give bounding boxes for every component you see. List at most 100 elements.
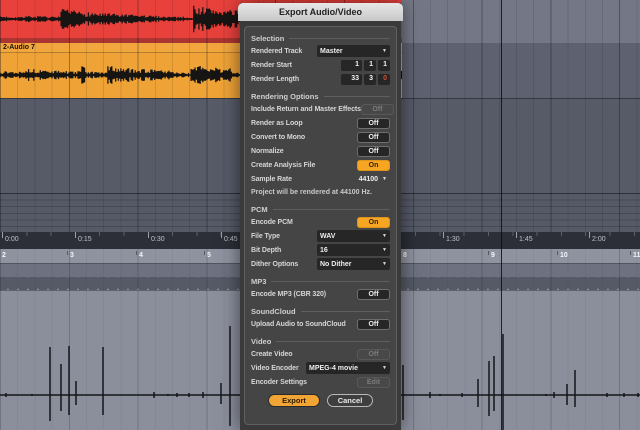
time-tick-label: 0:45 bbox=[224, 236, 238, 243]
dialog-title-bar: Export Audio/Video bbox=[238, 3, 403, 21]
clip-name-label: 2-Audio 7 bbox=[3, 44, 35, 51]
time-tick-label: 1:45 bbox=[519, 236, 533, 243]
render-as-loop-toggle-button[interactable]: Off bbox=[357, 117, 390, 129]
section-header-rule bbox=[276, 340, 390, 342]
section-header-rule bbox=[271, 280, 390, 282]
setting-row-create-analysis-file: Create Analysis File On bbox=[251, 158, 390, 172]
section-header-label: Video bbox=[251, 336, 272, 346]
bar-tick bbox=[557, 251, 558, 255]
section-header-rule bbox=[289, 37, 390, 39]
convert-to-mono-toggle-button[interactable]: Off bbox=[357, 131, 390, 143]
time-tick-label: 0:30 bbox=[151, 236, 165, 243]
setting-row-convert-to-mono: Convert to Mono Off bbox=[251, 130, 390, 144]
setting-row-encode-pcm: Encode PCM On bbox=[251, 215, 390, 229]
setting-label: Render Length bbox=[251, 75, 300, 83]
dropdown-value: 44100 bbox=[358, 175, 379, 183]
setting-row-encoder-settings: Encoder Settings Edit bbox=[251, 375, 390, 389]
dropdown-arrow-icon: ▼ bbox=[382, 176, 387, 182]
setting-label: Bit Depth bbox=[251, 246, 282, 254]
normalize-toggle-button[interactable]: Off bbox=[357, 145, 390, 157]
time-tick-label: 0:00 bbox=[5, 236, 19, 243]
time-tick bbox=[2, 232, 3, 238]
setting-row-create-video: Create Video Off bbox=[251, 347, 390, 361]
setting-label: Render Start bbox=[251, 61, 292, 69]
playhead-line[interactable] bbox=[501, 0, 502, 430]
setting-row-upload-audio-to-soundcloud: Upload Audio to SoundCloud Off bbox=[251, 317, 390, 331]
section-header-label: Rendering Options bbox=[251, 91, 319, 101]
bar-number-label: 3 bbox=[70, 252, 74, 259]
setting-row-dither-options: Dither Options No Dither ▼ bbox=[251, 257, 390, 271]
time-tick-label: 1:30 bbox=[446, 236, 460, 243]
setting-row-render-start: Render Start 1 1 1 bbox=[251, 58, 390, 72]
render-info-note: Project will be rendered at 44100 Hz. bbox=[251, 189, 372, 196]
setting-row-encode-mp3-cbr-320: Encode MP3 (CBR 320) Off bbox=[251, 287, 390, 301]
value-field[interactable]: 1 bbox=[341, 59, 362, 71]
setting-row-include-return-and-master-effects: Include Return and Master Effects Off bbox=[251, 102, 394, 116]
setting-row-file-type: File Type WAV ▼ bbox=[251, 229, 390, 243]
file-type-dropdown[interactable]: WAV ▼ bbox=[317, 230, 390, 242]
setting-row-render-length: Render Length 33 3 0 bbox=[251, 72, 390, 86]
time-tick bbox=[443, 232, 444, 238]
setting-label: Convert to Mono bbox=[251, 133, 306, 141]
upload-audio-to-soundcloud-toggle-button[interactable]: Off bbox=[357, 318, 390, 330]
setting-label: File Type bbox=[251, 232, 280, 240]
section-header-label: PCM bbox=[251, 204, 268, 214]
dialog-panel: Selection Rendered Track Master ▼ Render Sta… bbox=[244, 26, 397, 425]
setting-label: Encode PCM bbox=[251, 218, 293, 226]
section-header-label: SoundCloud bbox=[251, 306, 296, 316]
setting-row-bit-depth: Bit Depth 16 ▼ bbox=[251, 243, 390, 257]
dither-options-dropdown[interactable]: No Dither ▼ bbox=[317, 258, 390, 270]
setting-label: Create Video bbox=[251, 350, 293, 358]
dropdown-value: 16 bbox=[320, 246, 328, 254]
section-header-pcm: PCM bbox=[251, 203, 390, 215]
section-header-soundcloud: SoundCloud bbox=[251, 305, 390, 317]
setting-label: Sample Rate bbox=[251, 175, 292, 183]
encoder-settings-toggle-button: Edit bbox=[357, 376, 390, 388]
dropdown-arrow-icon: ▼ bbox=[382, 48, 387, 54]
value-field[interactable]: 33 bbox=[341, 73, 362, 85]
dropdown-value: MPEG-4 movie bbox=[309, 364, 359, 372]
bar-number-label: 9 bbox=[491, 252, 495, 259]
include-return-and-master-effects-toggle-button: Off bbox=[360, 103, 394, 115]
value-field[interactable]: 1 bbox=[364, 59, 376, 71]
encode-mp3-cbr-320-toggle-button[interactable]: Off bbox=[357, 288, 390, 300]
bar-number-label: 2 bbox=[2, 252, 6, 259]
video-encoder-dropdown[interactable]: MPEG-4 movie ▼ bbox=[306, 362, 390, 374]
setting-label: Dither Options bbox=[251, 260, 299, 268]
time-tick bbox=[148, 232, 149, 238]
section-header-rendering-options: Rendering Options bbox=[251, 90, 390, 102]
ableton-arrangement-view: 2-Audio 7 0:00 0:15 0:30 0:45 1:30 1:45 2:00 2… bbox=[0, 0, 640, 430]
dropdown-arrow-icon: ▼ bbox=[382, 365, 387, 371]
setting-row-rendered-track: Rendered Track Master ▼ bbox=[251, 44, 390, 58]
section-header-label: Selection bbox=[251, 33, 285, 43]
value-field[interactable]: 1 bbox=[378, 59, 390, 71]
rendered-track-dropdown[interactable]: Master ▼ bbox=[317, 45, 390, 57]
setting-label: Include Return and Master Effects bbox=[251, 105, 361, 113]
setting-row-video-encoder: Video Encoder MPEG-4 movie ▼ bbox=[251, 361, 390, 375]
create-analysis-file-toggle-button[interactable]: On bbox=[357, 159, 390, 171]
cancel-button[interactable]: Cancel bbox=[327, 394, 373, 407]
value-field[interactable]: 0 bbox=[378, 73, 390, 85]
bar-tick bbox=[67, 251, 68, 255]
sample-rate-dropdown[interactable]: 44100 ▼ bbox=[356, 173, 390, 185]
section-header-rule bbox=[272, 208, 390, 210]
export-button[interactable]: Export bbox=[268, 394, 320, 407]
dropdown-arrow-icon: ▼ bbox=[382, 247, 387, 253]
setting-label: Encode MP3 (CBR 320) bbox=[251, 290, 327, 298]
value-field[interactable]: 3 bbox=[364, 73, 376, 85]
dropdown-value: WAV bbox=[320, 232, 336, 240]
setting-label: Encoder Settings bbox=[251, 378, 307, 386]
section-header-rule bbox=[300, 310, 390, 312]
setting-row-sample-rate: Sample Rate 44100 ▼ bbox=[251, 172, 390, 186]
dialog-rows: Selection Rendered Track Master ▼ Render Sta… bbox=[251, 32, 394, 389]
setting-label: Normalize bbox=[251, 147, 284, 155]
time-tick-label: 0:15 bbox=[78, 236, 92, 243]
section-header-selection: Selection bbox=[251, 32, 390, 44]
bit-depth-dropdown[interactable]: 16 ▼ bbox=[317, 244, 390, 256]
encode-pcm-toggle-button[interactable]: On bbox=[357, 216, 390, 228]
bar-tick bbox=[204, 251, 205, 255]
time-tick-label: 2:00 bbox=[592, 236, 606, 243]
bar-number-label: 10 bbox=[560, 252, 568, 259]
setting-label: Video Encoder bbox=[251, 364, 299, 372]
bar-number-label: 5 bbox=[207, 252, 211, 259]
